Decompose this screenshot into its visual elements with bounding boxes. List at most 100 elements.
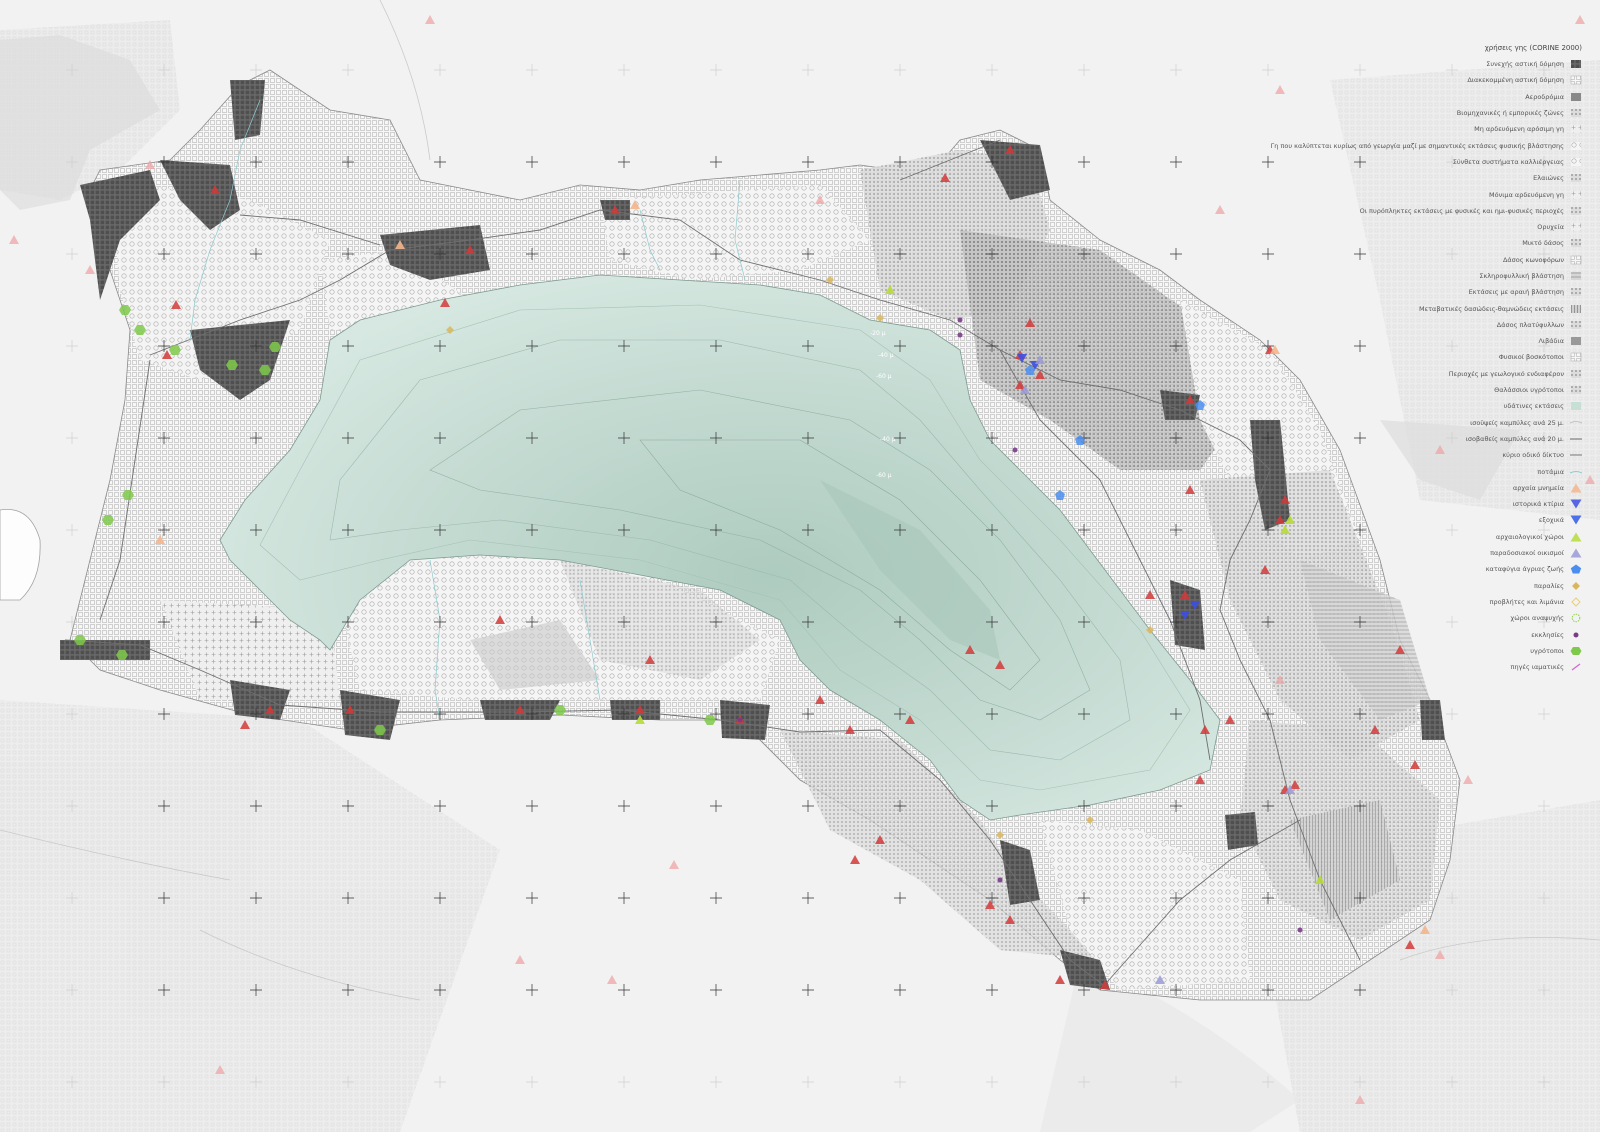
legend-swatch-icon: [1570, 385, 1582, 395]
legend-item-label: Οι πυρόπληκτες εκτάσεις με φυσικές και η…: [1359, 206, 1564, 215]
legend-item-label: Γη που καλύπτεται κυρίως από γεωργία μαζ…: [1270, 141, 1564, 150]
legend-item: εκκλησίες: [1152, 626, 1582, 642]
legend-item-label: Συνεχής αστική δόμηση: [1486, 60, 1564, 69]
legend-item: ισοβαθείς καμπύλες ανά 20 μ.: [1152, 431, 1582, 447]
legend-swatch-icon: [1570, 206, 1582, 216]
legend-swatch-icon: [1570, 662, 1582, 672]
legend-item: Ελαιώνες: [1152, 170, 1582, 186]
legend-swatch-icon: [1570, 483, 1582, 493]
legend-swatch-icon: [1570, 613, 1582, 623]
lake-depth-label: -20 μ: [870, 330, 886, 337]
legend-item: Εκτάσεις με αραιή βλάστηση: [1152, 284, 1582, 300]
legend-item: Περιοχές με γεωλογικό ενδιαφέρον: [1152, 366, 1582, 382]
poi-marker: [957, 317, 963, 323]
legend-swatch-icon: [1570, 320, 1582, 330]
legend-swatch-icon: [1570, 304, 1582, 314]
legend-item-label: προβλήτες και λιμάνια: [1489, 597, 1564, 606]
legend-item-label: Διακεκομμένη αστική δόμηση: [1467, 76, 1564, 85]
legend-item: Σύνθετα συστήματα καλλιέργειας: [1152, 154, 1582, 170]
legend-swatch-icon: [1570, 401, 1582, 411]
legend-item: Δάσος πλατύφυλλων: [1152, 317, 1582, 333]
legend-item: αρχαιολογικοί χώροι: [1152, 529, 1582, 545]
legend-swatch-icon: [1570, 418, 1582, 428]
legend-item: Μικτό δάσος: [1152, 235, 1582, 251]
legend-item-label: Δάσος κωνοφόρων: [1502, 255, 1564, 264]
legend-swatch-icon: [1570, 564, 1582, 574]
legend-item: Οι πυρόπληκτες εκτάσεις με φυσικές και η…: [1152, 203, 1582, 219]
legend-item-label: ιστορικά κτίρια: [1512, 500, 1564, 509]
legend-item: υγρότοποι: [1152, 643, 1582, 659]
legend-swatch-icon: [1570, 255, 1582, 265]
legend-swatch-icon: [1570, 222, 1582, 232]
poi-marker: [997, 877, 1003, 883]
legend-item-label: Ελαιώνες: [1533, 174, 1564, 183]
legend-swatch-icon: [1570, 124, 1582, 134]
legend-item-label: Μικτό δάσος: [1522, 239, 1564, 248]
legend-item-label: Περιοχές με γεωλογικό ενδιαφέρον: [1448, 369, 1564, 378]
legend-item-label: καταφύγια άγριας ζωής: [1485, 565, 1564, 574]
legend-item-label: παραδοσιακοί οικισμοί: [1490, 549, 1564, 558]
legend-item: Γη που καλύπτεται κυρίως από γεωργία μαζ…: [1152, 137, 1582, 153]
legend-swatch-icon: [1570, 141, 1582, 151]
legend-swatch-icon: [1570, 59, 1582, 69]
legend-item: Διακεκομμένη αστική δόμηση: [1152, 72, 1582, 88]
legend-item: Λιβάδια: [1152, 333, 1582, 349]
legend-item-label: χώροι αναψυχής: [1510, 614, 1564, 623]
legend-swatch-icon: [1570, 157, 1582, 167]
legend-item-label: Θαλάσσιοι υγρότοποι: [1494, 386, 1564, 395]
legend-item: υδάτινες εκτάσεις: [1152, 398, 1582, 414]
legend-item-label: Ορυχεία: [1537, 223, 1564, 232]
legend-item: Δάσος κωνοφόρων: [1152, 252, 1582, 268]
legend-item-label: Σκληροφυλλική βλάστηση: [1479, 272, 1564, 280]
legend-swatch-icon: [1570, 515, 1582, 525]
legend-item: ποτάμια: [1152, 463, 1582, 479]
legend-item: Μεταβατικές δασώδεις-θαμνώδεις εκτάσεις: [1152, 300, 1582, 316]
legend-item: Σκληροφυλλική βλάστηση: [1152, 268, 1582, 284]
legend-swatch-icon: [1570, 271, 1582, 281]
legend-item: Αεροδρόμια: [1152, 89, 1582, 105]
legend-item-label: Φυσικοί βοσκότοποι: [1498, 353, 1564, 362]
legend-item-label: υδάτινες εκτάσεις: [1503, 402, 1564, 411]
legend-item: καταφύγια άγριας ζωής: [1152, 561, 1582, 577]
legend-item: κύριο οδικό δίκτυο: [1152, 447, 1582, 463]
legend-item-label: Μεταβατικές δασώδεις-θαμνώδεις εκτάσεις: [1419, 304, 1564, 313]
legend-swatch-icon: [1570, 646, 1582, 656]
legend-item: Μη αρδευόμενη αρόσιμη γη: [1152, 121, 1582, 137]
map-legend: χρήσεις γης (CORINE 2000) Συνεχής αστική…: [1152, 44, 1582, 675]
legend-item-label: Βιομηχανικές ή εμπορικές ζώνες: [1456, 109, 1564, 118]
lake-depth-label: -60 μ: [876, 373, 892, 380]
legend-item-label: παραλίες: [1534, 581, 1564, 590]
legend-item-label: αρχαιολογικοί χώροι: [1495, 532, 1564, 541]
legend-item: αρχαία μνημεία: [1152, 480, 1582, 496]
legend-swatch-icon: [1570, 434, 1582, 444]
legend-item: χώροι αναψυχής: [1152, 610, 1582, 626]
legend-item-label: κύριο οδικό δίκτυο: [1502, 451, 1564, 460]
poi-marker: [737, 717, 743, 723]
poi-marker: [957, 332, 963, 338]
legend-swatch-icon: [1570, 499, 1582, 509]
legend-item: ισοϋψείς καμπύλες ανά 25 μ.: [1152, 415, 1582, 431]
legend-item-label: αρχαία μνημεία: [1512, 483, 1564, 492]
legend-item: Συνεχής αστική δόμηση: [1152, 56, 1582, 72]
lake-depth-label: -60 μ: [876, 472, 892, 479]
legend-swatch-icon: [1570, 336, 1582, 346]
legend-swatch-icon: [1570, 190, 1582, 200]
legend-item-label: Δάσος πλατύφυλλων: [1496, 320, 1564, 329]
legend-item-label: ποτάμια: [1537, 467, 1564, 476]
legend-item: Φυσικοί βοσκότοποι: [1152, 349, 1582, 365]
legend-swatch-icon: [1570, 450, 1582, 460]
legend-item: παραλίες: [1152, 578, 1582, 594]
legend-swatch-icon: [1570, 352, 1582, 362]
legend-item-label: Μόνιμα αρδευόμενη γη: [1489, 190, 1564, 199]
legend-item-label: Μη αρδευόμενη αρόσιμη γη: [1474, 125, 1564, 134]
legend-item: Θαλάσσιοι υγρότοποι: [1152, 382, 1582, 398]
legend-item: παραδοσιακοί οικισμοί: [1152, 545, 1582, 561]
legend-swatch-icon: [1570, 173, 1582, 183]
legend-list: Συνεχής αστική δόμηση Διακεκομμένη αστική…: [1152, 56, 1582, 675]
legend-item-label: εκκλησίες: [1531, 630, 1564, 639]
legend-swatch-icon: [1570, 467, 1582, 477]
legend-swatch-icon: [1570, 75, 1582, 85]
legend-swatch-icon: [1570, 630, 1582, 640]
legend-swatch-icon: [1570, 287, 1582, 297]
legend-item: εξοχικά: [1152, 512, 1582, 528]
